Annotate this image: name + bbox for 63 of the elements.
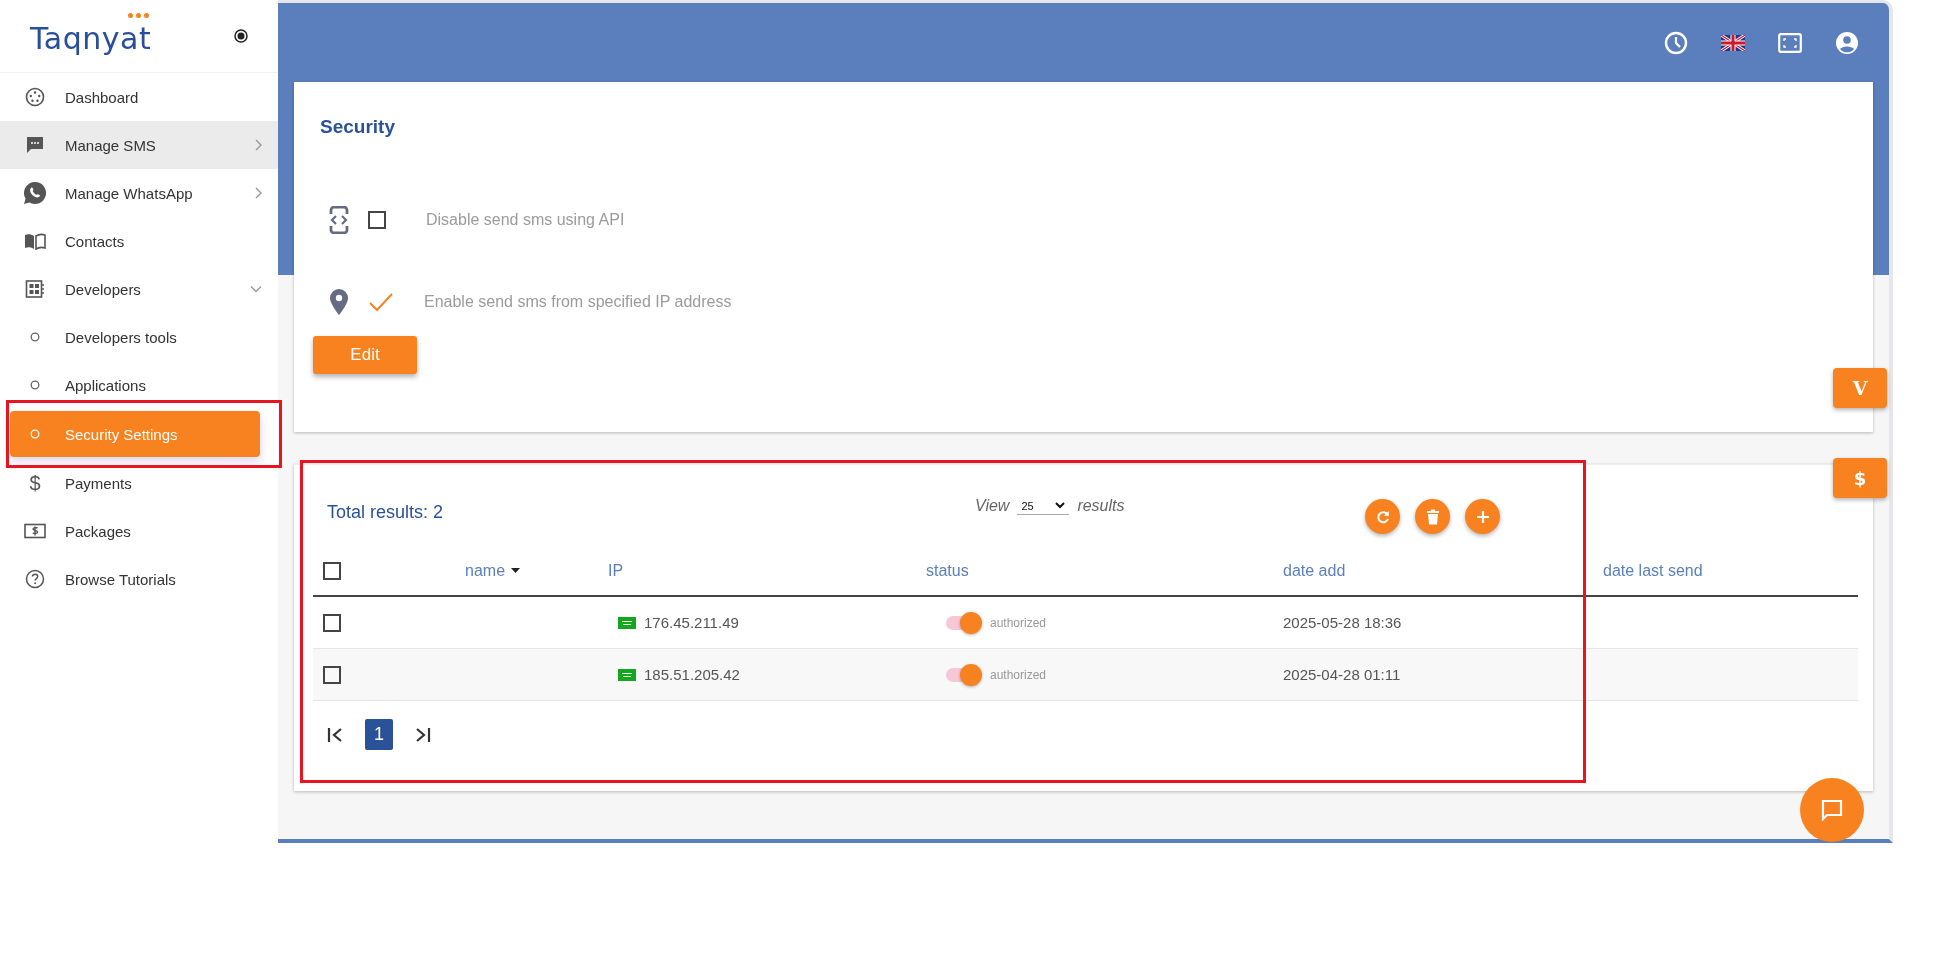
plus-icon bbox=[1475, 509, 1490, 524]
message-icon bbox=[25, 135, 45, 155]
column-header[interactable]: date last send bbox=[1603, 562, 1703, 580]
circle-icon bbox=[30, 332, 40, 342]
sidebar-item[interactable]: Dashboard bbox=[0, 73, 278, 121]
sidebar-item[interactable]: Contacts bbox=[0, 217, 278, 265]
logo: Taqnyat bbox=[28, 10, 156, 62]
option-label: Enable send sms from specified IP address bbox=[424, 293, 732, 311]
code-icon bbox=[329, 206, 349, 234]
dollar-icon: $ bbox=[29, 471, 41, 495]
page-size-select[interactable]: 25 bbox=[1017, 497, 1070, 515]
book-icon bbox=[24, 232, 46, 250]
column-header[interactable]: status bbox=[926, 562, 969, 580]
add-button[interactable] bbox=[1465, 499, 1500, 534]
chat-icon bbox=[1821, 799, 1843, 821]
trash-icon bbox=[1425, 508, 1440, 525]
checkbox[interactable] bbox=[368, 292, 394, 312]
fullscreen-icon[interactable] bbox=[1778, 32, 1802, 53]
table-cell: 185.51.205.42 bbox=[644, 666, 740, 683]
table-cell: 2025-04-28 01:11 bbox=[1283, 666, 1401, 683]
status-label: authorized bbox=[990, 667, 1047, 682]
grid-icon bbox=[25, 279, 45, 299]
flag-icon[interactable] bbox=[1721, 34, 1745, 51]
row-checkbox[interactable] bbox=[323, 613, 341, 632]
circle-icon bbox=[30, 380, 40, 390]
total-results: Total results: 2 bbox=[327, 501, 444, 523]
select-all-checkbox[interactable] bbox=[323, 562, 341, 580]
refresh-icon bbox=[1374, 508, 1391, 525]
banknote-icon bbox=[24, 523, 46, 539]
dashboard-icon bbox=[25, 87, 45, 107]
sidebar-item[interactable]: Packages bbox=[0, 507, 278, 555]
page-button[interactable]: 1 bbox=[365, 719, 393, 750]
whatsapp-icon bbox=[22, 180, 48, 206]
table-cell: 2025-05-28 18:36 bbox=[1283, 614, 1402, 631]
column-header[interactable]: IP bbox=[608, 562, 624, 580]
table-cell: 176.45.211.49 bbox=[644, 614, 739, 631]
delete-button[interactable] bbox=[1415, 499, 1450, 534]
checkbox[interactable] bbox=[368, 211, 386, 229]
sidebar-item[interactable]: Manage SMS bbox=[0, 121, 278, 169]
clock-icon[interactable] bbox=[1664, 30, 1688, 55]
status-label: authorized bbox=[990, 615, 1047, 630]
flag-icon bbox=[618, 616, 636, 629]
results-label: results bbox=[1077, 497, 1125, 515]
sidebar-item[interactable]: Developers bbox=[0, 265, 278, 313]
sidebar-item[interactable]: $ Payments bbox=[0, 459, 278, 507]
user-icon[interactable] bbox=[1835, 30, 1859, 55]
caret-icon bbox=[1055, 502, 1066, 509]
sidebar-item[interactable]: Applications bbox=[0, 361, 278, 409]
help-icon bbox=[25, 569, 45, 589]
column-header[interactable]: date add bbox=[1283, 562, 1346, 580]
sidebar-item[interactable]: Manage WhatsApp bbox=[0, 169, 278, 217]
column-header[interactable]: name bbox=[465, 562, 506, 580]
sidebar-item[interactable]: Browse Tutorials bbox=[0, 555, 278, 603]
option-label: Disable send sms using API bbox=[426, 211, 625, 229]
location-pin-icon bbox=[329, 288, 349, 316]
card-title: Security bbox=[320, 116, 396, 138]
row-checkbox[interactable] bbox=[323, 665, 341, 684]
view-label: View bbox=[975, 497, 1010, 515]
sidebar-toggle-icon[interactable] bbox=[234, 29, 248, 43]
refresh-button[interactable] bbox=[1365, 499, 1400, 534]
flag-icon bbox=[618, 668, 636, 681]
sidebar-item[interactable]: Developers tools bbox=[0, 313, 278, 361]
circle-icon bbox=[30, 429, 40, 439]
